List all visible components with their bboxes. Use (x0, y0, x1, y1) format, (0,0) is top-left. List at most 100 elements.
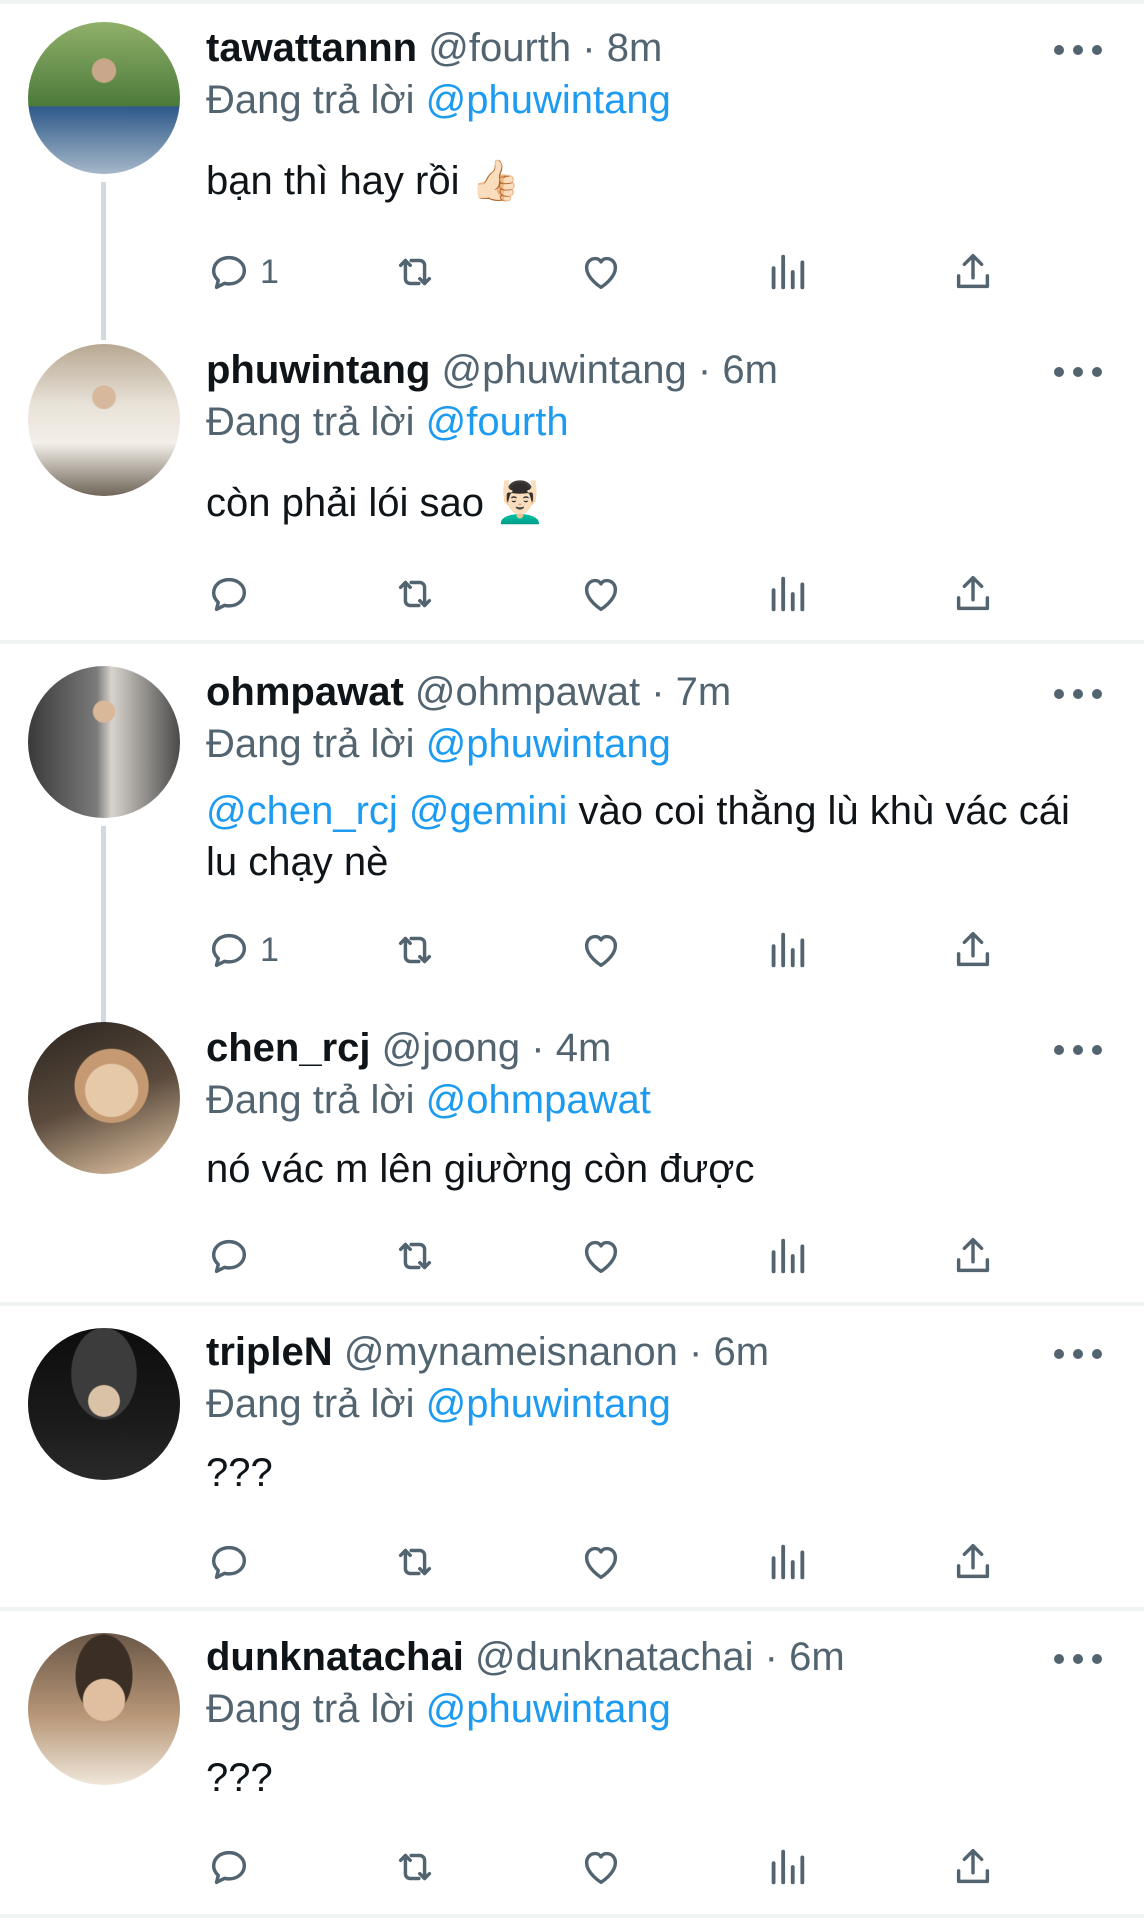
retweet-button[interactable] (392, 566, 438, 622)
more-icon[interactable] (1054, 360, 1102, 384)
share-button[interactable] (950, 1228, 996, 1284)
like-button[interactable] (578, 244, 624, 300)
views-button[interactable] (764, 1228, 810, 1284)
like-button[interactable] (578, 566, 624, 622)
views-button[interactable] (764, 244, 810, 300)
replying-to-mention[interactable]: @ohmpawat (426, 1078, 651, 1122)
like-icon (584, 578, 618, 612)
like-button[interactable] (578, 1534, 624, 1590)
like-icon (584, 1240, 618, 1274)
divider (0, 640, 1144, 644)
action-bar (206, 1228, 1026, 1284)
more-icon[interactable] (1054, 1647, 1102, 1671)
like-icon (584, 1546, 618, 1580)
user-handle[interactable]: @phuwintang (442, 348, 687, 392)
more-icon[interactable] (1054, 1038, 1102, 1062)
separator-dot: · (651, 670, 665, 714)
views-button[interactable] (764, 566, 810, 622)
share-button[interactable] (950, 244, 996, 300)
tweet-header: ohmpawat @ohmpawat · 7m (206, 668, 731, 716)
views-button[interactable] (764, 1839, 810, 1895)
timestamp[interactable]: 6m (722, 348, 778, 392)
retweet-button[interactable] (392, 1228, 438, 1284)
avatar[interactable] (28, 666, 180, 818)
display-name[interactable]: phuwintang (206, 348, 430, 392)
avatar[interactable] (28, 22, 180, 174)
retweet-button[interactable] (392, 244, 438, 300)
display-name[interactable]: chen_rcj (206, 1026, 371, 1070)
tweet-header: phuwintang @phuwintang · 6m (206, 346, 778, 394)
user-handle[interactable]: @mynameisnanon (344, 1330, 678, 1374)
views-icon (771, 932, 805, 968)
more-icon[interactable] (1054, 682, 1102, 706)
timestamp[interactable]: 6m (789, 1635, 845, 1679)
action-bar: 1 (206, 244, 1026, 300)
user-handle[interactable]: @joong (382, 1026, 520, 1070)
reply-button[interactable]: 1 (206, 244, 279, 300)
replying-to-mention[interactable]: @phuwintang (426, 1382, 671, 1426)
replying-to-mention[interactable]: @fourth (426, 400, 569, 444)
views-icon (771, 254, 805, 290)
share-icon (956, 1848, 990, 1884)
like-button[interactable] (578, 922, 624, 978)
share-icon (956, 1543, 990, 1579)
display-name[interactable]: tripleN (206, 1330, 333, 1374)
avatar[interactable] (28, 1633, 180, 1785)
retweet-icon (398, 258, 432, 286)
display-name[interactable]: ohmpawat (206, 670, 404, 714)
reply-button[interactable] (206, 1228, 260, 1284)
timestamp[interactable]: 8m (607, 26, 663, 70)
timestamp[interactable]: 4m (556, 1026, 612, 1070)
share-button[interactable] (950, 566, 996, 622)
share-button[interactable] (950, 1534, 996, 1590)
timestamp[interactable]: 6m (714, 1330, 770, 1374)
display-name[interactable]: tawattannn (206, 26, 417, 70)
retweet-button[interactable] (392, 922, 438, 978)
share-icon (956, 1237, 990, 1273)
views-button[interactable] (764, 1534, 810, 1590)
more-icon[interactable] (1054, 1342, 1102, 1366)
tweet-header: tawattannn @fourth · 8m (206, 24, 662, 72)
divider (0, 1302, 1144, 1306)
avatar[interactable] (28, 344, 180, 496)
divider (0, 1607, 1144, 1611)
views-button[interactable] (764, 922, 810, 978)
replying-to: Đang trả lời @phuwintang (206, 1685, 671, 1733)
reply-button[interactable] (206, 1534, 260, 1590)
replying-to-mention[interactable]: @phuwintang (426, 722, 671, 766)
replying-to-mention[interactable]: @phuwintang (426, 1687, 671, 1731)
mention-link[interactable]: @chen_rcj (206, 789, 398, 833)
avatar[interactable] (28, 1022, 180, 1174)
retweet-icon (398, 1242, 432, 1270)
replying-to-mention[interactable]: @phuwintang (426, 78, 671, 122)
like-button[interactable] (578, 1228, 624, 1284)
reply-button[interactable] (206, 1839, 260, 1895)
replying-to: Đang trả lời @phuwintang (206, 76, 671, 124)
avatar[interactable] (28, 1328, 180, 1480)
user-handle[interactable]: @fourth (428, 26, 571, 70)
share-button[interactable] (950, 922, 996, 978)
reply-icon (211, 933, 247, 968)
replying-to: Đang trả lời @fourth (206, 398, 569, 446)
reply-button[interactable]: 1 (206, 922, 279, 978)
views-icon (771, 576, 805, 612)
divider (0, 1914, 1144, 1918)
user-handle[interactable]: @dunknatachai (475, 1635, 754, 1679)
mention-link[interactable]: @gemini (409, 789, 567, 833)
replying-to-label: Đang trả lời (206, 1687, 415, 1731)
views-icon (771, 1238, 805, 1274)
user-handle[interactable]: @ohmpawat (415, 670, 640, 714)
like-icon (584, 1851, 618, 1885)
separator-dot: · (689, 1330, 703, 1374)
timestamp[interactable]: 7m (676, 670, 732, 714)
retweet-button[interactable] (392, 1534, 438, 1590)
like-button[interactable] (578, 1839, 624, 1895)
thread-connector (101, 826, 106, 1024)
share-button[interactable] (950, 1839, 996, 1895)
more-icon[interactable] (1054, 38, 1102, 62)
display-name[interactable]: dunknatachai (206, 1635, 464, 1679)
action-bar: 1 (206, 922, 1026, 978)
reply-icon (211, 255, 247, 290)
reply-button[interactable] (206, 566, 260, 622)
retweet-button[interactable] (392, 1839, 438, 1895)
